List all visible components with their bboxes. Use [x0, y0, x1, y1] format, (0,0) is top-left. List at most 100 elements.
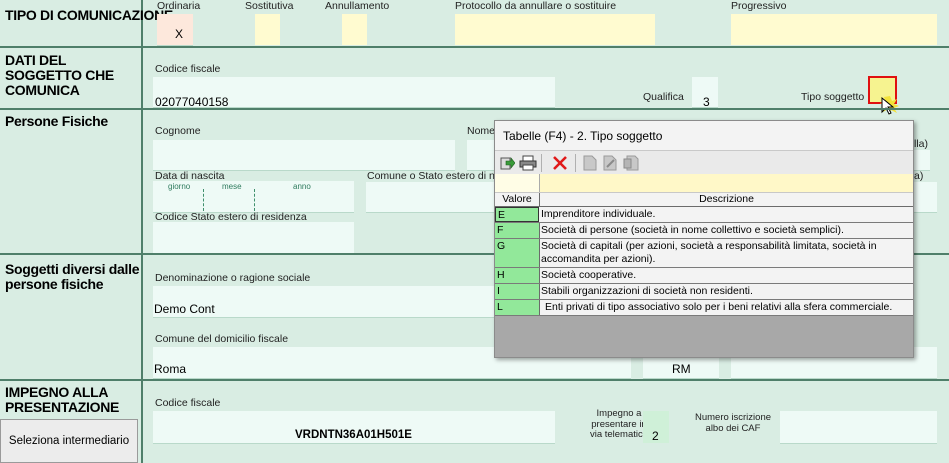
- row-valore: F: [497, 224, 504, 236]
- codice-fiscale-field[interactable]: 02077040158: [153, 77, 555, 109]
- section-title-impegno: IMPEGNO ALLA PRESENTAZIONE: [5, 384, 120, 415]
- row-valore: G: [497, 240, 506, 252]
- row-descrizione: Società di persone (società in nome coll…: [541, 224, 844, 236]
- section-separator: [0, 379, 949, 381]
- print-icon[interactable]: [519, 155, 537, 171]
- numero-caf-field[interactable]: [780, 411, 937, 444]
- document-copy-icon[interactable]: [623, 155, 639, 171]
- denominazione-field[interactable]: Demo Cont: [153, 286, 494, 318]
- protocollo-field[interactable]: [455, 14, 655, 45]
- mese-label: mese: [222, 182, 242, 191]
- row-valore-cell: L: [495, 300, 540, 315]
- toolbar-separator: [541, 154, 542, 172]
- section-separator: [0, 46, 949, 48]
- provincia-nascita-field[interactable]: [912, 182, 937, 213]
- impegno-label-line: Impegno a: [596, 408, 642, 419]
- table-row[interactable]: H Società cooperative.: [495, 268, 913, 284]
- protocollo-label: Protocollo da annullare o sostituire: [455, 0, 617, 12]
- section-title-persone-fisiche: Persone Fisiche: [5, 113, 108, 129]
- delete-icon[interactable]: [552, 155, 568, 171]
- impegno-label: Impegno a presentare in via telematica: [588, 408, 650, 441]
- sostitutiva-label: Sostitutiva: [245, 0, 294, 12]
- row-descrizione: Società cooperative.: [541, 269, 637, 281]
- tipo-soggetto-lookup-dialog: Tabelle (F4) - 2. Tipo soggetto Valore D…: [494, 120, 914, 358]
- row-descrizione: Società di capitali (per azioni, società…: [541, 240, 877, 265]
- date-divider: [203, 189, 205, 211]
- annullamento-field[interactable]: [342, 14, 367, 45]
- cognome-field[interactable]: [153, 140, 455, 171]
- document-edit-icon[interactable]: [603, 155, 617, 171]
- sesso-label: lla): [914, 138, 929, 150]
- numero-caf-label: Numero iscrizione albo dei CAF: [690, 412, 776, 434]
- tipo-soggetto-label: Tipo soggetto: [801, 91, 865, 103]
- row-valore: H: [497, 269, 505, 281]
- row-valore-cell: H: [495, 268, 540, 283]
- comune-nascita-label: Comune o Stato estero di na: [367, 170, 501, 182]
- cognome-label: Cognome: [155, 125, 201, 137]
- document-icon[interactable]: [583, 155, 597, 171]
- giorno-label: giorno: [168, 182, 191, 191]
- section-separator: [0, 108, 949, 110]
- provincia-nascita-label: a): [914, 170, 924, 182]
- table-row[interactable]: G Società di capitali (per azioni, socie…: [495, 239, 913, 268]
- qualifica-label: Qualifica: [643, 91, 684, 103]
- ordinaria-value: X: [175, 27, 184, 41]
- codice-fiscale-value: 02077040158: [155, 95, 229, 109]
- mouse-cursor-icon: [880, 96, 899, 115]
- column-header-descrizione[interactable]: Descrizione: [540, 193, 913, 207]
- row-valore: L: [497, 301, 503, 313]
- table-row[interactable]: F Società di persone (società in nome co…: [495, 223, 913, 239]
- row-valore: I: [497, 285, 500, 297]
- sostitutiva-field[interactable]: [255, 14, 280, 45]
- anno-label: anno: [293, 182, 311, 191]
- comune-domicilio-value: Roma: [154, 362, 187, 376]
- filter-valore-cell[interactable]: [495, 174, 540, 192]
- table-row[interactable]: I Stabili organizzazioni di società non …: [495, 284, 913, 300]
- ordinaria-label: Ordinaria: [157, 0, 201, 12]
- date-divider: [254, 189, 256, 211]
- codice-stato-field[interactable]: [153, 222, 354, 254]
- section-title-comunicazione: TIPO DI COMUNICAZIONE: [5, 7, 173, 23]
- seleziona-intermediario-button[interactable]: Seleziona intermediario: [0, 419, 138, 463]
- comune-domicilio-label: Comune del domicilio fiscale: [155, 333, 289, 345]
- section-title-soggetto: DATI DEL SOGGETTO CHE COMUNICA: [5, 52, 114, 98]
- ordinaria-field[interactable]: X: [157, 14, 193, 46]
- filter-row[interactable]: [495, 174, 913, 193]
- nome-field[interactable]: [467, 140, 497, 171]
- qualifica-field[interactable]: 3: [692, 77, 718, 109]
- toolbar-separator: [575, 154, 576, 172]
- row-valore: E: [498, 209, 506, 221]
- sesso-field[interactable]: [912, 150, 930, 171]
- provincia-domicilio-value: RM: [672, 362, 691, 376]
- comune-nascita-field[interactable]: [366, 182, 497, 213]
- table-row[interactable]: E Imprenditore individuale.: [495, 207, 913, 223]
- row-descrizione: Enti privati di tipo associativo solo pe…: [545, 301, 893, 313]
- row-descrizione: Imprenditore individuale.: [541, 208, 656, 220]
- row-descrizione: Stabili organizzazioni di società non re…: [541, 285, 753, 297]
- intermediario-cf-value: VRDNTN36A01H501E: [295, 429, 412, 441]
- row-valore-cell: F: [495, 223, 540, 238]
- annullamento-label: Annullamento: [325, 0, 390, 12]
- intermediario-cf-field[interactable]: VRDNTN36A01H501E: [153, 411, 555, 444]
- row-valore-cell: E: [495, 207, 539, 222]
- denominazione-value: Demo Cont: [154, 302, 215, 316]
- row-valore-cell: G: [495, 239, 540, 267]
- nome-label: Nome: [467, 125, 496, 137]
- dialog-toolbar: [495, 150, 913, 176]
- table-row[interactable]: L Enti privati di tipo associativo solo …: [495, 300, 913, 316]
- row-valore-cell: I: [495, 284, 540, 299]
- export-icon[interactable]: [499, 155, 515, 171]
- numero-caf-label-line: albo dei CAF: [705, 422, 761, 434]
- column-header-valore[interactable]: Valore: [495, 193, 540, 207]
- codice-fiscale-label: Codice fiscale: [155, 63, 221, 75]
- grid-empty-area: [495, 316, 913, 357]
- impegno-field[interactable]: 2: [643, 411, 669, 443]
- intermediario-cf-label: Codice fiscale: [155, 397, 221, 409]
- data-nascita-field[interactable]: giorno mese anno: [153, 181, 354, 213]
- progressivo-label: Progressivo: [731, 0, 787, 12]
- section-title-soggetti-diversi: Soggetti diversi dalle persone fisiche: [5, 261, 140, 292]
- progressivo-field[interactable]: [731, 14, 937, 45]
- vertical-divider: [141, 0, 143, 463]
- impegno-value: 2: [652, 429, 659, 443]
- impegno-label-line: via telematica: [589, 429, 649, 440]
